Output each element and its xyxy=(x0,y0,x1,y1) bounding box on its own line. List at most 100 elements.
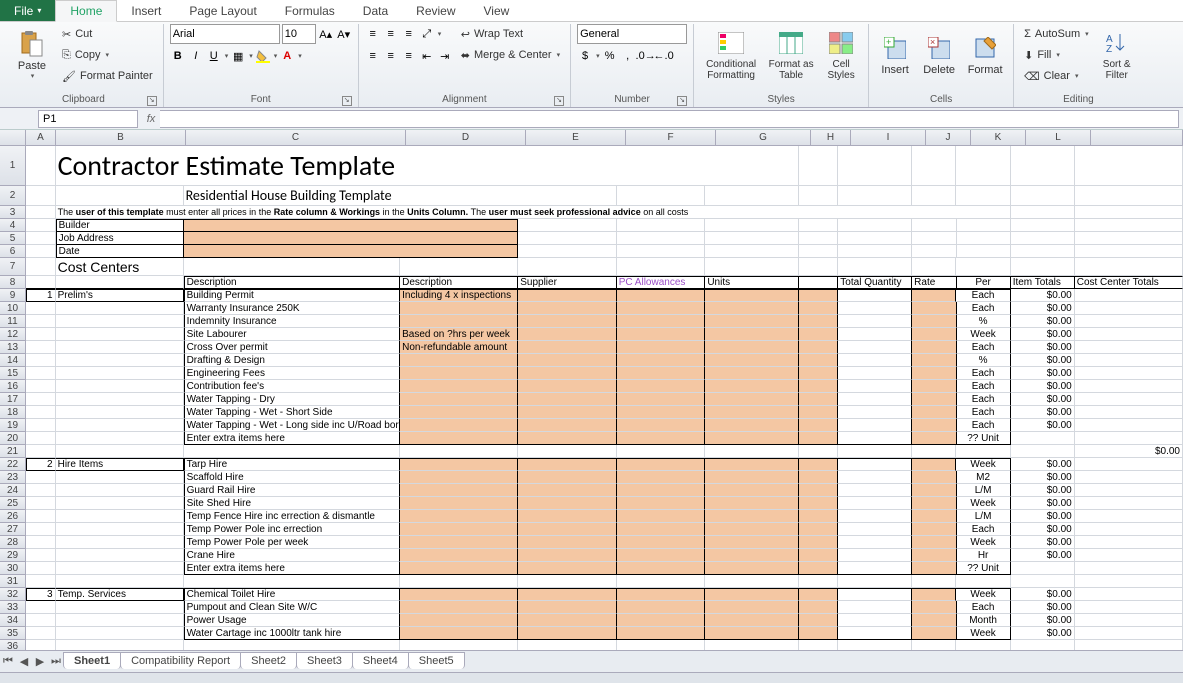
cell[interactable] xyxy=(56,419,184,432)
cell[interactable] xyxy=(838,315,912,328)
cell[interactable] xyxy=(518,245,616,258)
cell[interactable] xyxy=(838,341,912,354)
cell[interactable]: $0.00 xyxy=(1011,523,1075,536)
cell[interactable] xyxy=(1011,219,1075,232)
select-all-corner[interactable] xyxy=(0,130,26,146)
cell[interactable] xyxy=(838,380,912,393)
cell[interactable] xyxy=(26,367,56,380)
decrease-indent-icon[interactable]: ⇤ xyxy=(419,48,435,64)
cell[interactable] xyxy=(838,536,912,549)
cell[interactable]: Water Tapping - Wet - Long side inc U/Ro… xyxy=(184,419,401,432)
cell[interactable] xyxy=(1075,601,1183,614)
font-color-button[interactable]: A xyxy=(279,48,295,64)
cell[interactable] xyxy=(799,419,838,432)
cell[interactable] xyxy=(799,393,838,406)
cell[interactable] xyxy=(617,328,706,341)
cell[interactable] xyxy=(912,419,956,432)
cell[interactable] xyxy=(799,458,838,471)
cell[interactable] xyxy=(518,419,616,432)
cell[interactable] xyxy=(400,588,518,601)
tab-nav-prev-icon[interactable]: ◀ xyxy=(16,654,32,670)
cell[interactable] xyxy=(799,341,838,354)
cell[interactable] xyxy=(1075,328,1183,341)
cell[interactable] xyxy=(617,232,706,245)
cell[interactable]: $0.00 xyxy=(1011,393,1075,406)
row-header[interactable]: 28 xyxy=(0,536,26,549)
cell[interactable] xyxy=(799,562,838,575)
cell[interactable] xyxy=(26,497,56,510)
row-header[interactable]: 29 xyxy=(0,549,26,562)
cell[interactable] xyxy=(956,445,1010,458)
cell[interactable]: Job Address xyxy=(56,232,184,245)
cell[interactable] xyxy=(26,380,56,393)
cell[interactable] xyxy=(705,471,799,484)
clear-button[interactable]: ⌫Clear▾ xyxy=(1020,66,1093,86)
col-header-G[interactable]: G xyxy=(716,130,811,146)
row-header[interactable]: 3 xyxy=(0,206,26,219)
cell[interactable]: $0.00 xyxy=(1011,471,1075,484)
underline-button[interactable]: U xyxy=(206,48,222,64)
cell[interactable]: Based on ?hrs per week xyxy=(400,328,518,341)
cell[interactable] xyxy=(518,549,616,562)
cell[interactable] xyxy=(400,458,518,471)
cell[interactable] xyxy=(56,406,184,419)
cell[interactable] xyxy=(912,232,956,245)
cell[interactable] xyxy=(838,302,912,315)
cell[interactable] xyxy=(56,523,184,536)
row-header[interactable]: 10 xyxy=(0,302,26,315)
cell[interactable] xyxy=(518,219,616,232)
row-header[interactable]: 12 xyxy=(0,328,26,341)
cell[interactable] xyxy=(518,232,616,245)
row-header[interactable]: 32 xyxy=(0,588,26,601)
row-header[interactable]: 9 xyxy=(0,289,26,302)
cell[interactable] xyxy=(26,354,56,367)
cell[interactable] xyxy=(518,445,616,458)
cell[interactable] xyxy=(56,328,184,341)
row-header[interactable]: 36 xyxy=(0,640,26,650)
tab-review[interactable]: Review xyxy=(402,0,469,21)
cell[interactable] xyxy=(912,406,956,419)
cell[interactable] xyxy=(518,406,616,419)
cell[interactable] xyxy=(1075,510,1183,523)
cell[interactable]: % xyxy=(957,354,1011,367)
cell[interactable] xyxy=(617,497,706,510)
cell[interactable]: Week xyxy=(957,536,1011,549)
cell[interactable] xyxy=(838,588,912,601)
cell[interactable] xyxy=(1011,445,1075,458)
cell[interactable] xyxy=(26,419,56,432)
cell[interactable]: $0.00 xyxy=(1011,484,1075,497)
cell[interactable] xyxy=(799,367,838,380)
cell[interactable] xyxy=(705,419,799,432)
cell[interactable]: Week xyxy=(957,497,1011,510)
cell[interactable] xyxy=(1075,627,1183,640)
fill-button[interactable]: ⬇Fill▾ xyxy=(1020,45,1093,65)
cell[interactable] xyxy=(26,245,56,258)
cell[interactable] xyxy=(26,186,56,206)
cell[interactable] xyxy=(705,549,799,562)
cell[interactable] xyxy=(799,245,838,258)
conditional-formatting-button[interactable]: Conditional Formatting xyxy=(700,24,762,86)
cell[interactable] xyxy=(400,627,518,640)
cell[interactable] xyxy=(617,536,706,549)
cell[interactable] xyxy=(1075,146,1183,186)
cell[interactable] xyxy=(56,562,184,575)
copy-button[interactable]: ⎘Copy▾ xyxy=(58,45,157,65)
format-painter-button[interactable]: 🖌Format Painter xyxy=(58,66,157,86)
cell[interactable] xyxy=(26,549,56,562)
cell[interactable] xyxy=(518,601,616,614)
cell[interactable] xyxy=(56,614,184,627)
cell[interactable] xyxy=(400,510,518,523)
cell[interactable]: $0.00 xyxy=(1011,328,1075,341)
cell[interactable] xyxy=(912,432,956,445)
cell[interactable] xyxy=(617,614,706,627)
align-bottom-icon[interactable]: ≡ xyxy=(401,26,417,42)
cell[interactable] xyxy=(705,432,799,445)
row-header[interactable]: 11 xyxy=(0,315,26,328)
row-header[interactable]: 17 xyxy=(0,393,26,406)
cell[interactable] xyxy=(617,549,706,562)
cell[interactable] xyxy=(912,258,956,276)
cell[interactable] xyxy=(26,484,56,497)
cell[interactable]: Supplier xyxy=(518,276,616,289)
cell[interactable] xyxy=(184,245,519,258)
cell[interactable]: Week xyxy=(956,458,1010,471)
